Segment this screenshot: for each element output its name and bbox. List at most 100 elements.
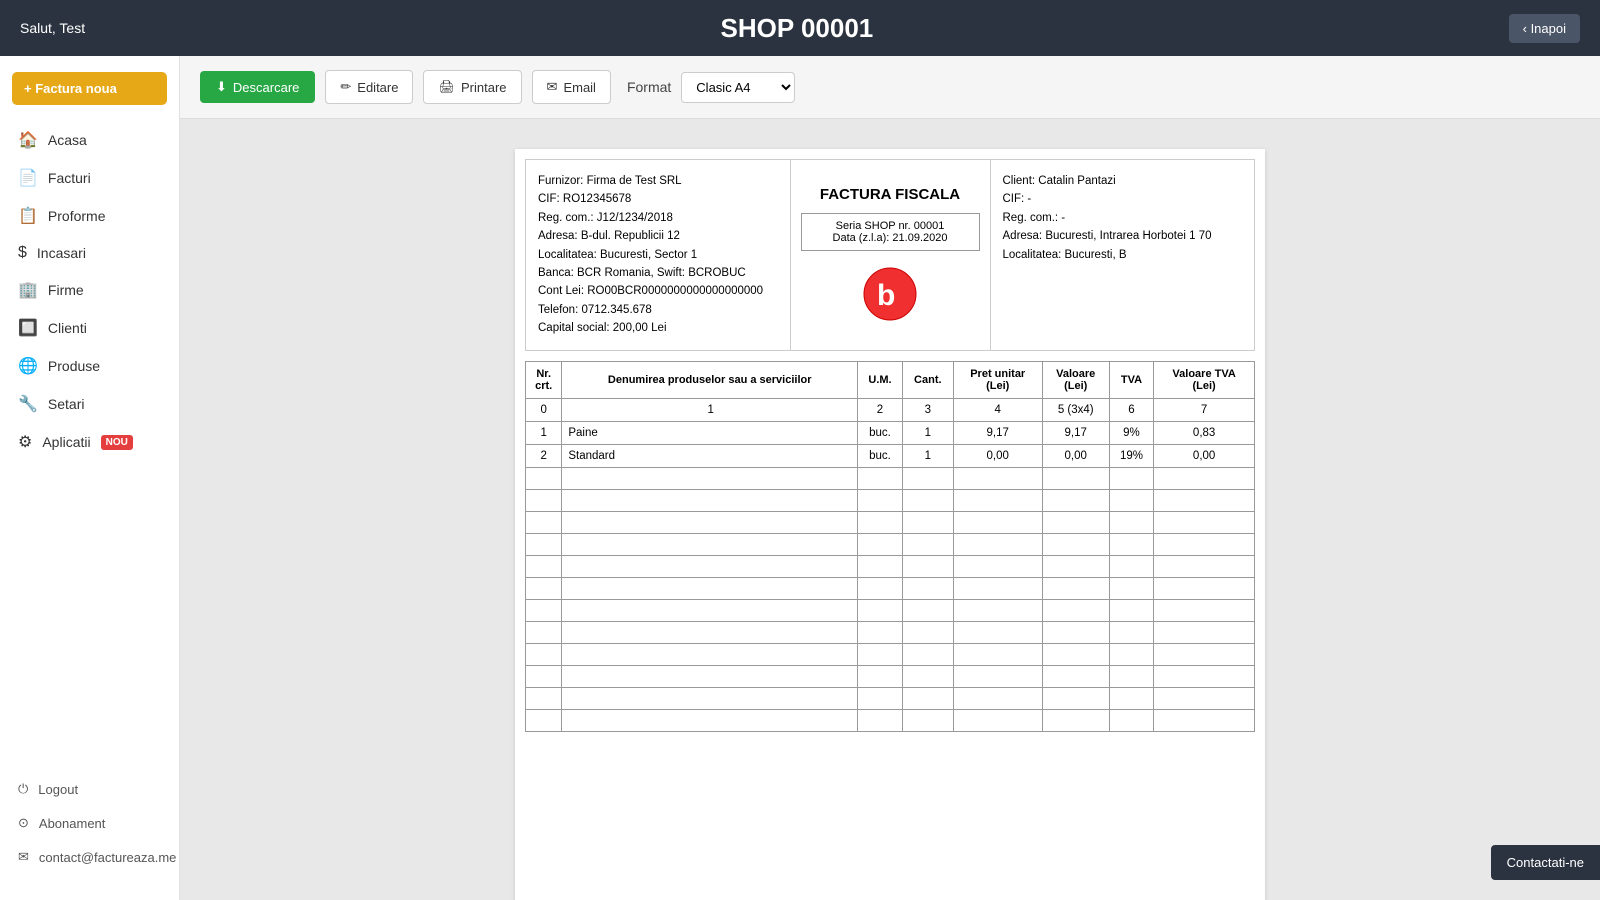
supplier-info: Furnizor: Firma de Test SRL CIF: RO12345… — [526, 160, 791, 350]
abonament-label: Abonament — [39, 816, 106, 831]
supplier-line8: Telefon: 0712.345.678 — [538, 301, 778, 319]
client-line4: Adresa: Bucuresti, Intrarea Horbotei 1 7… — [1003, 227, 1243, 245]
supplier-line9: Capital social: 200,00 Lei — [538, 319, 778, 337]
sidebar-item-contact-email[interactable]: ✉ contact@factureaza.me — [0, 840, 179, 874]
invoice-container: Furnizor: Firma de Test SRL CIF: RO12345… — [515, 149, 1265, 900]
table-header-row: Nr.crt. Denumirea produselor sau a servi… — [526, 361, 1255, 398]
facturi-icon: 📄 — [18, 168, 38, 188]
sidebar-item-aplicatii-label: Aplicatii — [42, 434, 90, 450]
col-pret: Pret unitar(Lei) — [953, 361, 1042, 398]
row1-um: buc. — [858, 421, 903, 444]
row2-um: buc. — [858, 444, 903, 467]
sidebar-item-aplicatii[interactable]: ⚙ Aplicatii NOU — [0, 423, 179, 461]
invoice-table: Nr.crt. Denumirea produselor sau a servi… — [525, 361, 1255, 732]
idx-6: 6 — [1109, 398, 1154, 421]
table-row-empty — [526, 489, 1255, 511]
home-icon: 🏠 — [18, 130, 38, 150]
supplier-line6: Banca: BCR Romania, Swift: BCROBUC — [538, 264, 778, 282]
table-row-empty — [526, 643, 1255, 665]
sidebar-item-incasari[interactable]: $ Incasari — [0, 235, 179, 271]
edit-icon: ✏ — [340, 79, 351, 95]
client-line2: CIF: - — [1003, 190, 1243, 208]
sidebar-item-acasa[interactable]: 🏠 Acasa — [0, 121, 179, 159]
row2-pret: 0,00 — [953, 444, 1042, 467]
sidebar-item-produse-label: Produse — [48, 358, 100, 374]
contact-button[interactable]: Contactati-ne — [1491, 845, 1600, 880]
supplier-line7: Cont Lei: RO00BCR0000000000000000000 — [538, 282, 778, 300]
table-row-empty — [526, 555, 1255, 577]
printare-label: Printare — [461, 80, 507, 95]
clienti-icon: 🔲 — [18, 318, 38, 338]
col-cant: Cant. — [902, 361, 953, 398]
row2-denumire: Standard — [562, 444, 858, 467]
incasari-icon: $ — [18, 244, 27, 262]
table-index-row: 0 1 2 3 4 5 (3x4) 6 7 — [526, 398, 1255, 421]
sidebar: + Factura noua 🏠 Acasa 📄 Facturi 📋 Profo… — [0, 56, 180, 900]
sidebar-item-incasari-label: Incasari — [37, 245, 86, 261]
new-invoice-button[interactable]: + Factura noua — [12, 72, 167, 105]
format-label: Format — [627, 79, 671, 95]
descarcare-label: Descarcare — [233, 80, 299, 95]
col-valoare: Valoare(Lei) — [1042, 361, 1109, 398]
idx-5: 5 (3x4) — [1042, 398, 1109, 421]
row1-valoare: 9,17 — [1042, 421, 1109, 444]
col-tva: TVA — [1109, 361, 1154, 398]
table-row-empty — [526, 687, 1255, 709]
sidebar-item-firme-label: Firme — [48, 282, 84, 298]
sidebar-item-clienti[interactable]: 🔲 Clienti — [0, 309, 179, 347]
logout-icon: ⏻ — [18, 781, 28, 797]
client-info: Client: Catalin Pantazi CIF: - Reg. com.… — [991, 160, 1255, 350]
client-line1: Client: Catalin Pantazi — [1003, 172, 1243, 190]
sidebar-item-proforme[interactable]: 📋 Proforme — [0, 197, 179, 235]
editare-button[interactable]: ✏ Editare — [325, 70, 413, 104]
email-button[interactable]: ✉ Email — [532, 70, 611, 104]
setari-icon: 🔧 — [18, 394, 38, 414]
top-header: Salut, Test SHOP 00001 ‹ Inapoi — [0, 0, 1600, 56]
table-row-empty — [526, 665, 1255, 687]
main-layout: + Factura noua 🏠 Acasa 📄 Facturi 📋 Profo… — [0, 56, 1600, 900]
sidebar-item-logout[interactable]: ⏻ Logout — [0, 772, 179, 806]
table-row-empty — [526, 511, 1255, 533]
sidebar-item-firme[interactable]: 🏢 Firme — [0, 271, 179, 309]
format-select[interactable]: Clasic A4 Modern A4 Compact A4 — [681, 72, 795, 103]
firme-icon: 🏢 — [18, 280, 38, 300]
aplicatii-icon: ⚙ — [18, 432, 32, 452]
invoice-header: Furnizor: Firma de Test SRL CIF: RO12345… — [525, 159, 1255, 351]
idx-4: 4 — [953, 398, 1042, 421]
sidebar-top: + Factura noua 🏠 Acasa 📄 Facturi 📋 Profo… — [0, 72, 179, 461]
sidebar-item-setari[interactable]: 🔧 Setari — [0, 385, 179, 423]
table-row-empty — [526, 467, 1255, 489]
col-um: U.M. — [858, 361, 903, 398]
download-icon: ⬇ — [216, 79, 227, 95]
email-label: Email — [563, 80, 596, 95]
sidebar-item-abonament[interactable]: ⊙ Abonament — [0, 806, 179, 840]
row2-nr: 2 — [526, 444, 562, 467]
supplier-line3: Reg. com.: J12/1234/2018 — [538, 209, 778, 227]
table-row-empty — [526, 709, 1255, 731]
sidebar-item-facturi[interactable]: 📄 Facturi — [0, 159, 179, 197]
seria-line1: Seria SHOP nr. 00001 — [812, 220, 969, 232]
email-icon: ✉ — [18, 849, 29, 865]
row1-cant: 1 — [902, 421, 953, 444]
sidebar-item-facturi-label: Facturi — [48, 170, 91, 186]
invoice-center: FACTURA FISCALA Seria SHOP nr. 00001 Dat… — [791, 160, 991, 350]
row1-tva: 9% — [1109, 421, 1154, 444]
table-row: 1 Paine buc. 1 9,17 9,17 9% 0,83 — [526, 421, 1255, 444]
col-nr: Nr.crt. — [526, 361, 562, 398]
produse-icon: 🌐 — [18, 356, 38, 376]
printare-button[interactable]: 🖨 Printare — [423, 70, 521, 104]
contact-email-label: contact@factureaza.me — [39, 850, 176, 865]
sidebar-item-acasa-label: Acasa — [48, 132, 87, 148]
descarcare-button[interactable]: ⬇ Descarcare — [200, 71, 315, 103]
row2-cant: 1 — [902, 444, 953, 467]
supplier-line5: Localitatea: Bucuresti, Sector 1 — [538, 246, 778, 264]
sidebar-nav: 🏠 Acasa 📄 Facturi 📋 Proforme $ Incasari … — [0, 121, 179, 461]
editare-label: Editare — [357, 80, 398, 95]
sidebar-item-produse[interactable]: 🌐 Produse — [0, 347, 179, 385]
table-row: 2 Standard buc. 1 0,00 0,00 19% 0,00 — [526, 444, 1255, 467]
idx-3: 3 — [902, 398, 953, 421]
seria-box: Seria SHOP nr. 00001 Data (z.l.a): 21.09… — [801, 213, 980, 251]
abonament-icon: ⊙ — [18, 815, 29, 831]
logout-label: Logout — [38, 782, 78, 797]
back-button[interactable]: ‹ Inapoi — [1509, 14, 1580, 43]
